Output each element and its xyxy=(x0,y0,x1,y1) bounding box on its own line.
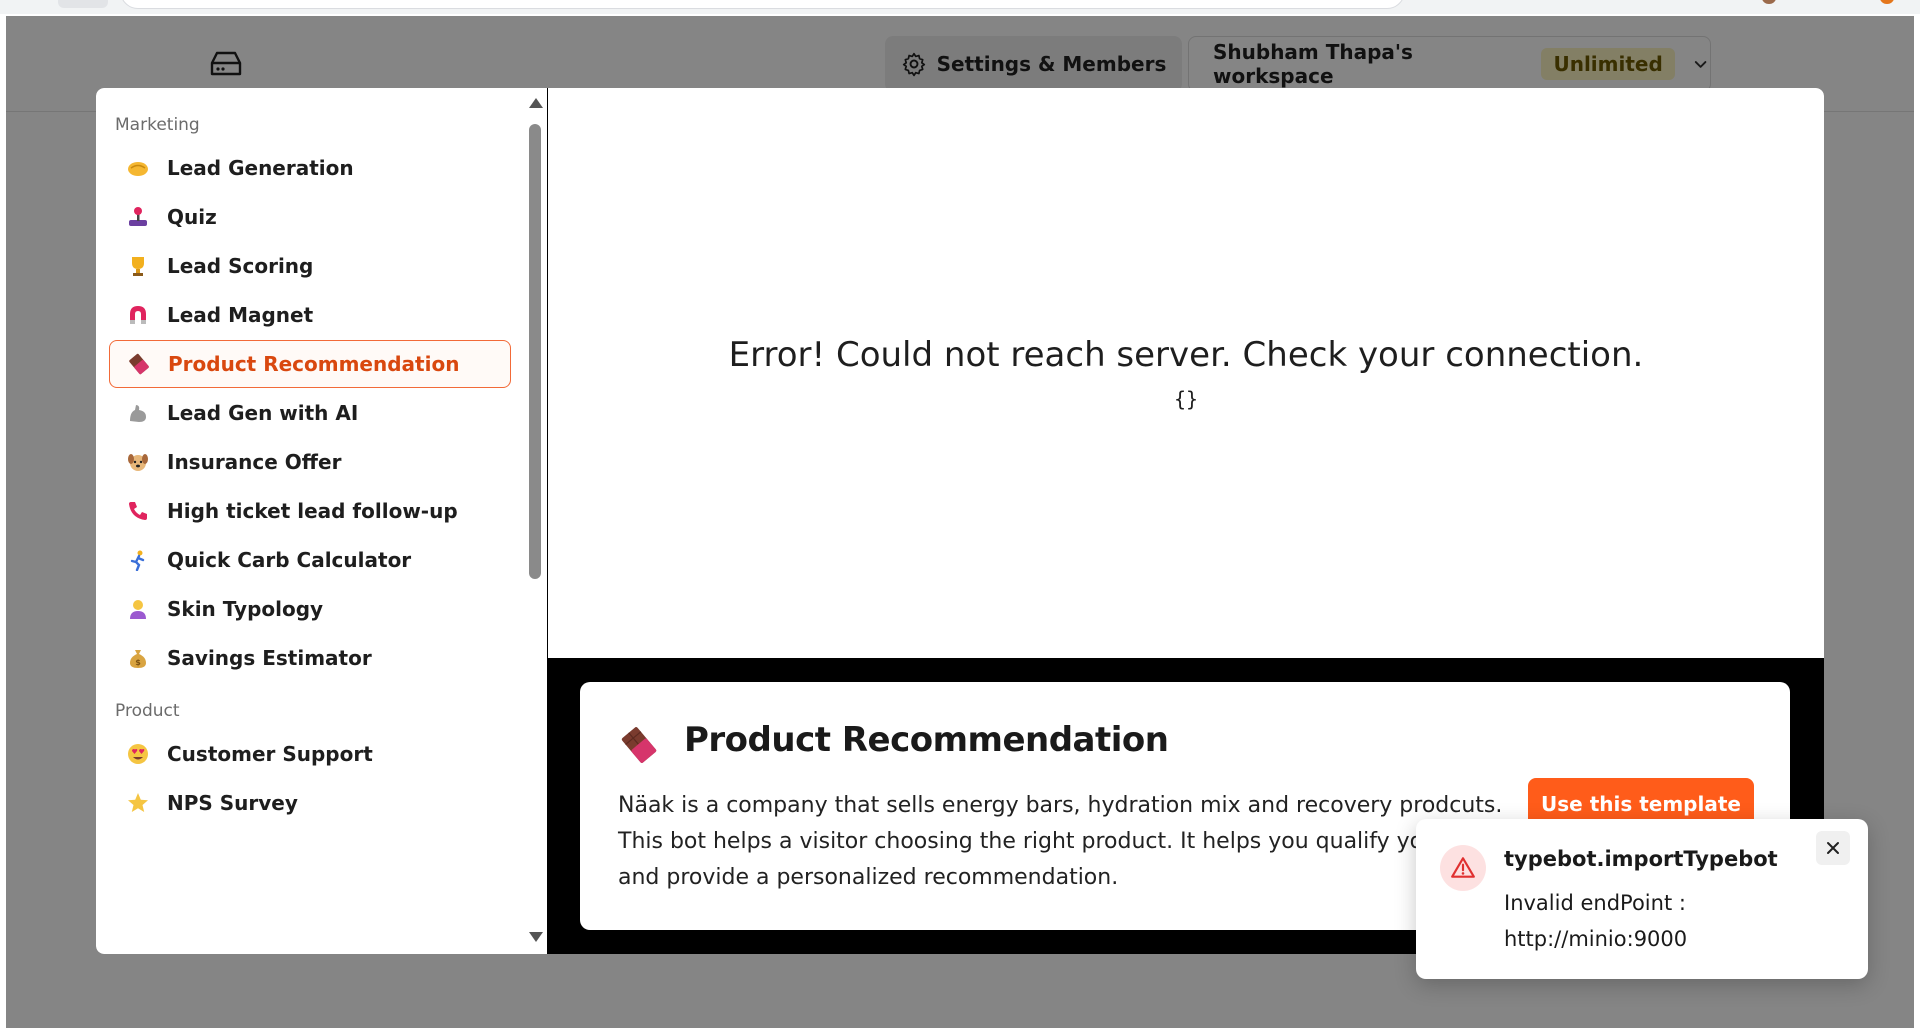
preview-json-output: {} xyxy=(1173,387,1199,411)
sidebar-item-label: NPS Survey xyxy=(167,791,298,815)
scrollbar-thumb[interactable] xyxy=(529,124,541,579)
error-toast: typebot.importTypebot Invalid endPoint :… xyxy=(1416,819,1868,979)
template-description: Näak is a company that sells energy bars… xyxy=(618,793,1503,890)
sidebar-item-label: Lead Magnet xyxy=(167,303,314,327)
sidebar-scrollbar[interactable] xyxy=(523,88,547,954)
toast-message: Invalid endPoint : http://minio:9000 xyxy=(1504,891,1688,951)
profile-avatar[interactable] xyxy=(1762,0,1776,4)
chocolate-bar-icon xyxy=(129,353,149,375)
sidebar-item-quiz[interactable]: Quiz xyxy=(109,193,511,241)
sidebar-item-lead-scoring[interactable]: Lead Scoring xyxy=(109,242,511,290)
sidebar-item-label: High ticket lead follow-up xyxy=(167,499,458,523)
warning-triangle-icon xyxy=(1451,857,1475,878)
sidebar-item-label: Savings Estimator xyxy=(167,646,372,670)
sidebar-item-insurance-offer[interactable]: Insurance Offer xyxy=(109,438,511,486)
sidebar-item-skin-typology[interactable]: Skin Typology xyxy=(109,585,511,633)
sidebar-item-label: Quick Carb Calculator xyxy=(167,548,412,572)
templates-sidebar: Marketing Lead Generation Quiz Lead Scor… xyxy=(96,88,547,954)
svg-text:$: $ xyxy=(135,658,141,667)
sidebar-item-label: Insurance Offer xyxy=(167,450,342,474)
sidebar-item-label: Skin Typology xyxy=(167,597,324,621)
handshake-icon xyxy=(128,162,148,176)
browser-toolbar xyxy=(0,0,1920,14)
money-bag-icon: $ xyxy=(130,650,146,668)
sidebar-item-high-ticket-lead-follow-up[interactable]: High ticket lead follow-up xyxy=(109,487,511,535)
muscle-icon xyxy=(130,405,146,422)
magnet-icon xyxy=(130,306,146,324)
sidebar-item-label: Quiz xyxy=(167,205,217,229)
browser-tab[interactable] xyxy=(58,0,108,8)
template-preview: Error! Could not reach server. Check you… xyxy=(548,88,1824,658)
heart-eyes-icon xyxy=(128,744,148,764)
section-label-marketing: Marketing xyxy=(115,115,200,135)
sidebar-item-label: Lead Generation xyxy=(167,156,354,180)
sidebar-item-label: Lead Gen with AI xyxy=(167,401,359,425)
sidebar-item-label: Lead Scoring xyxy=(167,254,314,278)
sidebar-item-lead-generation[interactable]: Lead Generation xyxy=(109,144,511,192)
sidebar-item-lead-magnet[interactable]: Lead Magnet xyxy=(109,291,511,339)
sidebar-item-quick-carb-calculator[interactable]: Quick Carb Calculator xyxy=(109,536,511,584)
sidebar-item-label: Product Recommendation xyxy=(168,352,460,376)
address-bar[interactable] xyxy=(120,0,1405,9)
toast-icon-container xyxy=(1440,845,1486,891)
scroll-down-arrow-icon[interactable] xyxy=(529,932,543,942)
joystick-icon xyxy=(129,207,147,226)
trophy-icon xyxy=(132,257,144,276)
phone-icon xyxy=(129,502,147,520)
scroll-up-arrow-icon[interactable] xyxy=(529,98,543,108)
toast-title: typebot.importTypebot xyxy=(1504,847,1778,871)
template-title: Product Recommendation xyxy=(684,720,1169,760)
sidebar-item-customer-support[interactable]: Customer Support xyxy=(109,730,511,778)
close-icon xyxy=(1827,842,1839,854)
section-label-product: Product xyxy=(115,701,180,721)
preview-error-message: Error! Could not reach server. Check you… xyxy=(728,335,1644,375)
sidebar-item-savings-estimator[interactable]: $ Savings Estimator xyxy=(109,634,511,682)
extension-icon[interactable] xyxy=(1880,0,1894,4)
person-icon xyxy=(130,600,146,619)
sidebar-item-lead-gen-with-ai[interactable]: Lead Gen with AI xyxy=(109,389,511,437)
sidebar-item-nps-survey[interactable]: NPS Survey xyxy=(109,779,511,827)
sidebar-item-label: Customer Support xyxy=(167,742,373,766)
toast-close-button[interactable] xyxy=(1816,831,1850,865)
sidebar-item-product-recommendation[interactable]: Product Recommendation xyxy=(109,340,511,388)
dog-icon xyxy=(128,454,148,471)
star-icon xyxy=(128,793,148,812)
runner-icon xyxy=(130,550,145,571)
chocolate-bar-icon xyxy=(621,727,657,763)
